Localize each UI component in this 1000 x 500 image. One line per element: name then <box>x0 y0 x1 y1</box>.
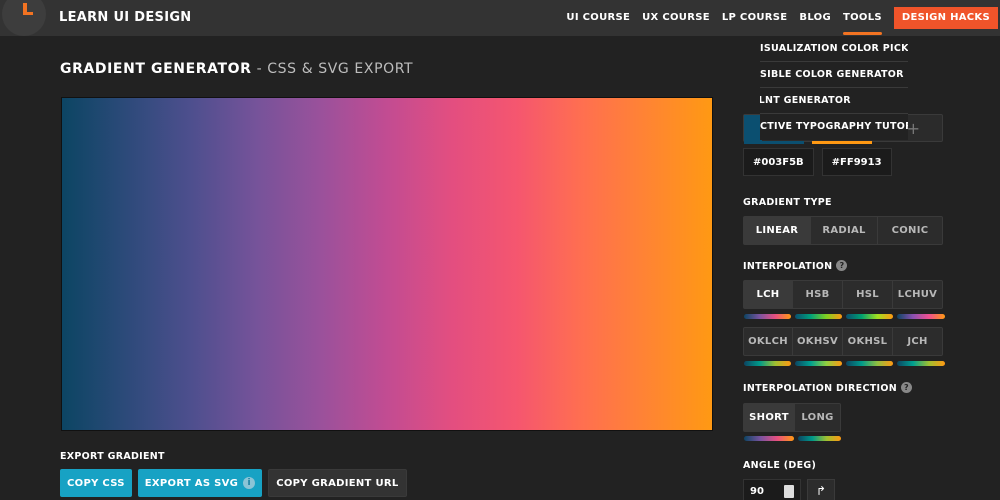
angle-value: 90 <box>750 486 764 497</box>
copy-css-label: COPY CSS <box>67 477 125 489</box>
direction-previews <box>744 436 841 441</box>
interpolation-direction-label: INTERPOLATION DIRECTION? <box>743 382 912 394</box>
direction-long[interactable]: LONG <box>795 404 840 431</box>
nav-blog[interactable]: BLOG <box>799 0 831 36</box>
tools-menu-item-data-viz-color-picker[interactable]: ISUALIZATION COLOR PICKER <box>760 36 908 62</box>
interp-okhsv[interactable]: OKHSV <box>793 328 843 355</box>
export-gradient-label: EXPORT GRADIENT <box>60 451 165 462</box>
export-svg-label: EXPORT AS SVG <box>144 477 239 489</box>
page-title: GRADIENT GENERATOR - CSS & SVG EXPORT <box>60 61 413 77</box>
angle-label: ANGLE (DEG) <box>743 460 817 471</box>
rotate-icon: ↱ <box>815 484 827 498</box>
interp-okhsl[interactable]: OKHSL <box>843 328 893 355</box>
design-hacks-button[interactable]: DESIGN HACKS <box>893 7 998 29</box>
gradient-type-radial[interactable]: RADIAL <box>811 217 878 244</box>
page-title-main: GRADIENT GENERATOR <box>60 61 252 77</box>
interpolation-label: INTERPOLATION? <box>743 260 848 272</box>
nav-ui-course[interactable]: UI COURSE <box>566 0 630 36</box>
help-icon[interactable]: ? <box>900 382 912 393</box>
angle-input[interactable]: 90 <box>743 479 801 500</box>
page-title-subtitle: - CSS & SVG EXPORT <box>251 61 414 77</box>
interp-lchuv[interactable]: LCHUV <box>893 281 942 308</box>
tools-menu-item-accessible-color-generator[interactable]: SIBLE COLOR GENERATOR <box>760 62 908 88</box>
logo[interactable] <box>2 0 46 36</box>
interpolation-selector-row2: OKLCH OKHSV OKHSL JCH <box>743 327 943 356</box>
interp-previews-row1 <box>744 314 945 319</box>
interp-hsl[interactable]: HSL <box>843 281 893 308</box>
tools-dropdown-menu: ISUALIZATION COLOR PICKER SIBLE COLOR GE… <box>760 36 908 140</box>
interp-hsb[interactable]: HSB <box>793 281 843 308</box>
nav-tools[interactable]: TOOLS <box>842 0 882 36</box>
tools-menu-item-gradient-generator[interactable]: COLNT GENERATOR <box>760 88 908 114</box>
interp-preview-lch <box>744 314 791 319</box>
direction-preview-short <box>744 436 794 441</box>
help-icon[interactable]: ? <box>836 260 848 271</box>
nav-lp-course[interactable]: LP COURSE <box>722 0 788 36</box>
interp-preview-oklch <box>744 361 791 366</box>
interp-preview-okhsl <box>846 361 893 366</box>
top-navbar: LEARN UI DESIGN UI COURSE UX COURSE LP C… <box>0 0 1000 36</box>
gradient-type-label: GRADIENT TYPE <box>743 197 832 208</box>
add-color-icon[interactable]: + <box>907 119 920 138</box>
hex-inputs: #003F5B #FF9913 <box>743 148 892 176</box>
gradient-type-conic[interactable]: CONIC <box>878 217 942 244</box>
interp-jch[interactable]: JCH <box>893 328 942 355</box>
brand-name[interactable]: LEARN UI DESIGN <box>59 10 191 25</box>
info-icon[interactable]: i <box>243 477 256 489</box>
interp-preview-hsb <box>795 314 842 319</box>
copy-url-label: COPY GRADIENT URL <box>276 477 399 489</box>
export-svg-button[interactable]: EXPORT AS SVG i <box>137 469 263 497</box>
interp-lch[interactable]: LCH <box>744 281 793 308</box>
export-buttons: COPY CSS EXPORT AS SVG i COPY GRADIENT UR… <box>60 469 407 497</box>
interp-previews-row2 <box>744 361 945 366</box>
swatch-start-indicator <box>744 141 804 144</box>
interp-preview-hsl <box>846 314 893 319</box>
logo-icon-foot <box>23 12 33 15</box>
hex-input-end[interactable]: #FF9913 <box>821 148 892 176</box>
tools-menu-item-typography-tutorial[interactable]: CTIVE TYPOGRAPHY TUTORIAL <box>760 114 908 140</box>
main-nav: UI COURSE UX COURSE LP COURSE BLOG TOOLS… <box>566 0 1000 36</box>
gradient-type-linear[interactable]: LINEAR <box>744 217 811 244</box>
nav-ux-course[interactable]: UX COURSE <box>642 0 710 36</box>
spinner-icon[interactable] <box>784 485 794 498</box>
interp-preview-lchuv <box>897 314 945 319</box>
interp-oklch[interactable]: OKLCH <box>744 328 793 355</box>
direction-selector: SHORT LONG <box>743 403 841 432</box>
direction-preview-long <box>798 436 841 441</box>
gradient-preview <box>61 97 713 431</box>
interpolation-label-text: INTERPOLATION <box>743 261 833 272</box>
interp-preview-okhsv <box>795 361 842 366</box>
direction-short[interactable]: SHORT <box>744 404 795 431</box>
gradient-type-selector: LINEAR RADIAL CONIC <box>743 216 943 245</box>
copy-css-button[interactable]: COPY CSS <box>60 469 132 497</box>
interp-preview-jch <box>897 361 945 366</box>
interpolation-selector-row1: LCH HSB HSL LCHUV <box>743 280 943 309</box>
rotate-angle-button[interactable]: ↱ <box>807 479 835 500</box>
swatch-end-indicator <box>812 141 872 144</box>
direction-label-text: INTERPOLATION DIRECTION <box>743 383 897 394</box>
copy-gradient-url-button[interactable]: COPY GRADIENT URL <box>268 469 407 497</box>
hex-input-start[interactable]: #003F5B <box>743 148 814 176</box>
